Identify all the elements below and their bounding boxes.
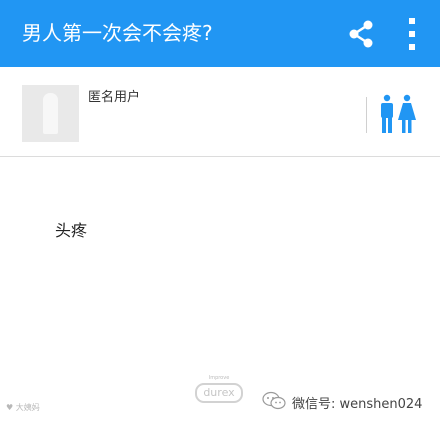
wechat-id: 微信号: wenshen024: [292, 397, 423, 412]
brand-logo: Improve durex: [193, 375, 245, 409]
avatar-placeholder-icon: [43, 93, 58, 134]
more-options-button[interactable]: [400, 15, 424, 53]
question-body: 头疼: [55, 221, 88, 240]
avatar[interactable]: [22, 85, 79, 142]
watermark-text: 大姨妈: [15, 403, 40, 412]
heart-icon: ♥: [6, 403, 14, 412]
author-name[interactable]: 匿名用户: [88, 86, 140, 105]
brand-tagline: Improve: [208, 375, 230, 381]
watermark-left: ♥ 大姨妈: [6, 402, 40, 413]
question-author-row: 匿名用户: [0, 67, 440, 157]
male-female-icon: [376, 94, 420, 136]
brand-name: durex: [195, 383, 243, 403]
wechat-icon: [262, 391, 286, 410]
share-button[interactable]: [346, 19, 376, 49]
app-bar: 男人第一次会不会疼?: [0, 0, 440, 67]
divider: [366, 97, 367, 133]
share-icon: [349, 20, 373, 48]
page-title: 男人第一次会不会疼?: [22, 21, 213, 45]
